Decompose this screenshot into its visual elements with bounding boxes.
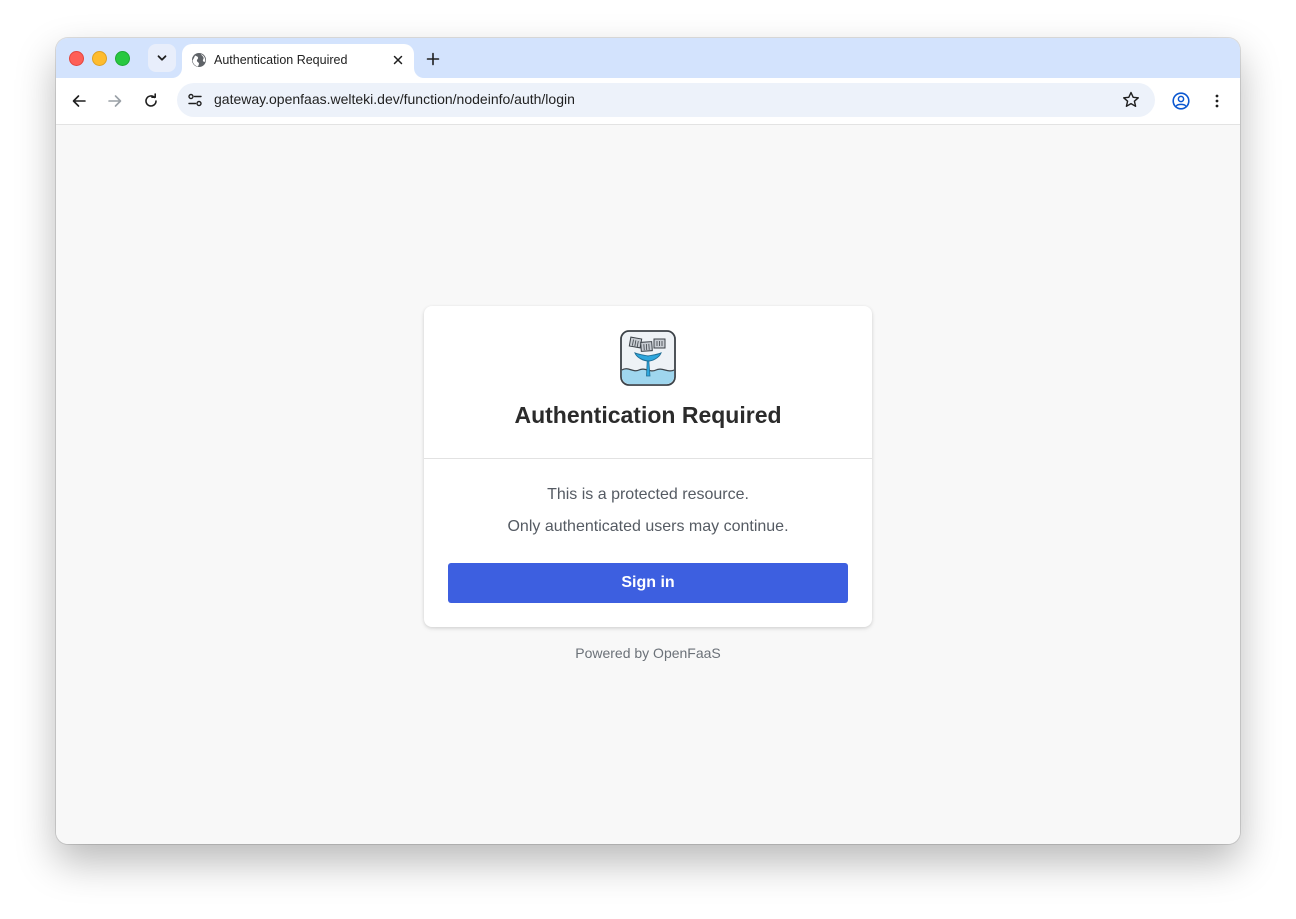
address-bar-url[interactable]: gateway.openfaas.welteki.dev/function/no… — [214, 91, 575, 107]
tab-active[interactable]: Authentication Required — [182, 44, 414, 78]
browser-toolbar: gateway.openfaas.welteki.dev/function/no… — [56, 78, 1240, 125]
minimize-window-button[interactable] — [92, 51, 107, 66]
openfaas-whale-logo — [620, 330, 676, 386]
forward-button[interactable] — [103, 89, 127, 113]
reload-button[interactable] — [139, 89, 163, 113]
maximize-window-button[interactable] — [115, 51, 130, 66]
arrow-left-icon — [72, 95, 86, 107]
profile-icon — [1172, 92, 1190, 110]
close-icon[interactable] — [390, 52, 406, 68]
page-title: Authentication Required — [514, 402, 782, 428]
powered-by-footer: Powered by OpenFaaS — [575, 645, 721, 661]
tune-icon — [188, 93, 202, 107]
auth-card: Authentication Required This is a protec… — [424, 306, 872, 627]
close-window-button[interactable] — [69, 51, 84, 66]
menu-button[interactable] — [1205, 89, 1229, 113]
reload-icon — [145, 93, 157, 107]
globe-icon — [192, 53, 206, 67]
page-content: Authentication Required This is a protec… — [56, 125, 1240, 844]
star-icon[interactable] — [1121, 90, 1141, 110]
more-vertical-icon — [1215, 94, 1219, 108]
profile-button[interactable] — [1169, 89, 1193, 113]
back-button[interactable] — [67, 89, 91, 113]
chevron-down-icon — [157, 55, 167, 61]
tab-strip: Authentication Required — [56, 38, 1240, 78]
card-divider — [424, 458, 872, 459]
site-settings-button[interactable] — [185, 90, 205, 110]
tab-title: Authentication Required — [214, 53, 348, 67]
browser-window: Authentication Required gateway.openfaas… — [56, 38, 1240, 844]
auth-message: Only authenticated users may continue. — [507, 518, 789, 535]
plus-icon — [426, 52, 440, 66]
sign-in-button[interactable]: Sign in — [448, 563, 848, 603]
new-tab-button[interactable] — [422, 48, 444, 70]
protected-message: This is a protected resource. — [547, 486, 749, 503]
arrow-right-icon — [108, 95, 122, 107]
address-bar[interactable]: gateway.openfaas.welteki.dev/function/no… — [177, 83, 1155, 117]
